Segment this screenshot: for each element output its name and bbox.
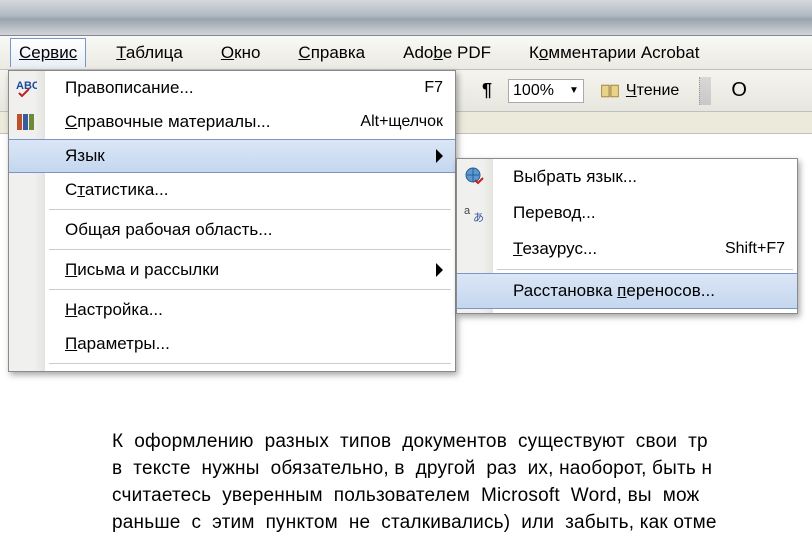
document-body[interactable]: К оформлению разных типов документов сущ…: [112, 428, 812, 536]
menu-item-shared-workspace[interactable]: Общая рабочая область...: [9, 213, 455, 247]
menu-separator: [49, 289, 451, 291]
menu-item-statistics[interactable]: Статистика...: [9, 173, 455, 207]
menu-item-customize[interactable]: Настройка...: [9, 293, 455, 327]
service-dropdown: ABC Правописание... F7 Справочные матери…: [8, 70, 456, 372]
language-submenu: Выбрать язык... aあ Перевод... Тезаурус..…: [456, 158, 798, 314]
doc-line: раньше с этим пунктом не сталкивались) и…: [112, 509, 812, 536]
pilcrow-button[interactable]: ¶: [476, 78, 498, 103]
zoom-value: 100%: [513, 82, 567, 100]
doc-line: считаетесь уверенным пользователем Micro…: [112, 482, 812, 509]
globe-check-icon: [463, 166, 485, 188]
menubar: Сервис Таблица Окно Справка Adobe PDF Ко…: [0, 36, 812, 70]
menu-item-mailings[interactable]: Письма и рассылки: [9, 253, 455, 287]
research-icon: [15, 111, 37, 133]
toolbar-overflow[interactable]: [699, 77, 711, 105]
menu-item-options[interactable]: Параметры...: [9, 327, 455, 361]
menu-item-spelling[interactable]: ABC Правописание... F7: [9, 71, 455, 105]
svg-text:あ: あ: [473, 211, 484, 224]
submenu-arrow-icon: [436, 149, 443, 163]
menu-table[interactable]: Таблица: [108, 39, 191, 67]
doc-line: К оформлению разных типов документов сущ…: [112, 428, 812, 455]
menu-window[interactable]: Окно: [213, 39, 269, 67]
spellcheck-icon: ABC: [15, 77, 37, 99]
submenu-item-translate[interactable]: aあ Перевод...: [457, 195, 797, 231]
menu-separator: [49, 363, 451, 365]
menu-separator: [49, 249, 451, 251]
shortcut-label: F7: [424, 79, 443, 97]
translate-icon: aあ: [463, 202, 485, 224]
shortcut-label: Alt+щелчок: [360, 113, 443, 131]
truncated-text: О: [721, 79, 747, 102]
menu-separator: [49, 209, 451, 211]
shortcut-label: Shift+F7: [725, 240, 785, 258]
zoom-combobox[interactable]: 100% ▼: [508, 79, 584, 103]
svg-text:a: a: [464, 205, 471, 217]
submenu-item-choose-language[interactable]: Выбрать язык...: [457, 159, 797, 195]
menu-help[interactable]: Справка: [290, 39, 373, 67]
menu-item-research[interactable]: Справочные материалы... Alt+щелчок: [9, 105, 455, 139]
submenu-arrow-icon: [436, 263, 443, 277]
book-icon: [600, 83, 620, 99]
menu-acrobat-comments[interactable]: Комментарии Acrobat: [521, 39, 707, 67]
chevron-down-icon[interactable]: ▼: [569, 85, 579, 96]
menu-service[interactable]: Сервис: [10, 38, 86, 67]
menu-separator: [497, 269, 793, 271]
doc-line: в тексте нужны обязательно, в другой раз…: [112, 455, 812, 482]
submenu-item-hyphenation[interactable]: Расстановка переносов...: [457, 273, 797, 309]
reading-button[interactable]: Чтение: [594, 80, 685, 102]
menu-item-language[interactable]: Язык: [9, 139, 455, 173]
window-titlebar: [0, 0, 812, 36]
menu-adobe-pdf[interactable]: Adobe PDF: [395, 39, 499, 67]
submenu-item-thesaurus[interactable]: Тезаурус... Shift+F7: [457, 231, 797, 267]
